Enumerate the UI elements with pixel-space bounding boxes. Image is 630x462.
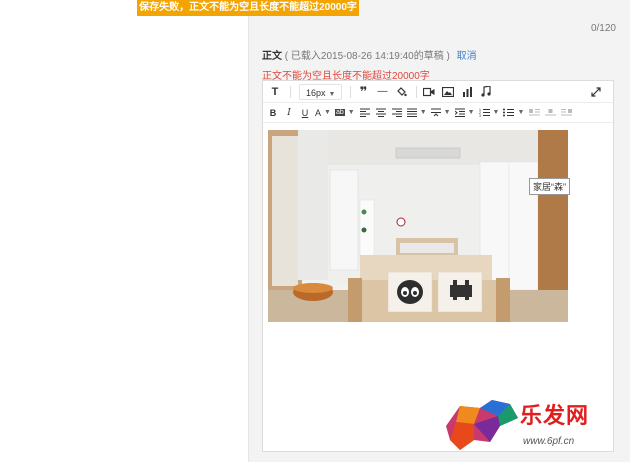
chevron-down-icon: ▼ <box>467 109 475 116</box>
indent-icon[interactable]: ▼ <box>454 106 475 120</box>
chevron-down-icon: ▼ <box>324 109 331 116</box>
toolbar-divider <box>350 85 352 98</box>
cancel-draft-link[interactable]: 取消 <box>457 51 477 62</box>
chevron-down-icon: ▼ <box>492 109 500 116</box>
chevron-down-icon: ▼ <box>517 109 525 116</box>
horizontal-rule-icon[interactable]: — <box>374 84 390 100</box>
fullscreen-icon[interactable] <box>588 84 604 100</box>
chevron-down-icon: ▼ <box>328 90 336 98</box>
font-size-select[interactable]: 16px ▼ <box>299 83 343 100</box>
watermark-brand-text: 乐发网 <box>520 403 590 429</box>
align-left-icon[interactable] <box>359 106 371 120</box>
image-float-right-icon[interactable] <box>560 106 572 120</box>
inserted-room-photo[interactable] <box>268 130 568 322</box>
save-error-banner: 保存失败，正文不能为空且长度不能超过20000字 <box>137 0 359 16</box>
line-height-icon[interactable]: ▼ <box>430 106 451 120</box>
body-label-row: 正文 ( 已载入2015-08-26 14:19:40的草稿 ) 取消 <box>262 47 477 62</box>
bold-button[interactable]: B <box>267 106 279 120</box>
toolbar-divider <box>290 85 291 98</box>
background-color-label: ab <box>334 109 345 116</box>
body-label: 正文 <box>262 51 282 62</box>
svg-text:3: 3 <box>479 114 481 117</box>
image-center-icon[interactable] <box>544 106 556 120</box>
background-color-button[interactable]: ab ▼ <box>334 106 355 120</box>
video-icon[interactable] <box>421 84 437 100</box>
font-size-value: 16px <box>306 87 326 98</box>
watermark-url: www.6pf.cn <box>523 436 575 447</box>
quote-icon[interactable]: ❞ <box>355 84 371 100</box>
ordered-list-icon[interactable]: 1 2 3 ▼ <box>479 106 500 120</box>
bar-chart-icon[interactable] <box>459 84 475 100</box>
image-float-left-icon[interactable] <box>528 106 540 120</box>
font-color-button[interactable]: A ▼ <box>315 106 331 120</box>
paint-bucket-icon[interactable] <box>393 84 409 100</box>
title-char-count: 0/120 <box>590 23 616 34</box>
editor-toolbar-format: B I U A ▼ ab ▼ ▼ ▼ ▼ 1 2 3 ▼ ▼ <box>263 103 613 123</box>
text-format-icon[interactable]: T <box>267 84 283 100</box>
align-right-icon[interactable] <box>391 106 403 120</box>
underline-button[interactable]: U <box>299 106 311 120</box>
draft-loaded-note: ( 已载入2015-08-26 14:19:40的草稿 ) <box>284 51 450 62</box>
music-icon[interactable] <box>478 84 494 100</box>
chevron-down-icon: ▼ <box>443 109 451 116</box>
image-tooltip: 家居“森” <box>529 178 570 195</box>
editor-toolbar-main: T 16px ▼ ❞ — <box>263 81 613 103</box>
italic-button[interactable]: I <box>283 106 295 120</box>
chevron-down-icon: ▼ <box>347 109 355 116</box>
chevron-down-icon: ▼ <box>419 109 427 116</box>
toolbar-divider <box>416 85 418 98</box>
align-justify-icon[interactable]: ▼ <box>406 106 427 120</box>
image-icon[interactable] <box>440 84 456 100</box>
left-pane <box>0 0 248 462</box>
align-center-icon[interactable] <box>375 106 387 120</box>
font-color-label: A <box>315 107 322 118</box>
unordered-list-icon[interactable]: ▼ <box>503 106 524 120</box>
